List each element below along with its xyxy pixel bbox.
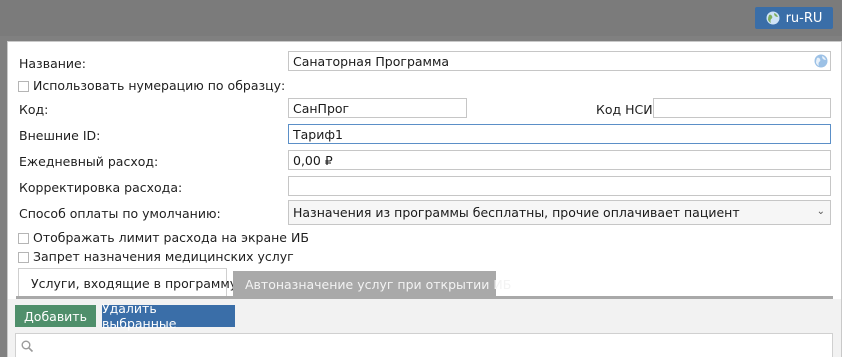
ban-services-label: Запрет назначения медицинских услуг xyxy=(33,249,294,264)
tab-services-in-program[interactable]: Услуги, входящие в программу xyxy=(18,268,237,297)
nsi-code-label: Код НСИ: xyxy=(596,102,657,117)
payment-method-select[interactable]: Назначения из программы бесплатны, прочи… xyxy=(288,200,831,225)
external-id-label: Внешние ID: xyxy=(19,128,101,143)
daily-expense-label: Ежедневный расход: xyxy=(19,154,159,169)
external-id-value: Тариф1 xyxy=(293,127,343,142)
add-button-label: Добавить xyxy=(24,308,87,324)
use-numbering-checkbox[interactable] xyxy=(18,81,29,92)
code-value: СанПрог xyxy=(293,101,350,116)
code-label: Код: xyxy=(19,102,49,117)
show-limit-checkbox[interactable] xyxy=(18,233,29,244)
payment-method-value: Назначения из программы бесплатны, прочи… xyxy=(293,205,740,220)
program-form-panel: Название: Санаторная Программа Использов… xyxy=(7,41,842,357)
search-icon xyxy=(21,340,34,353)
name-field[interactable]: Санаторная Программа xyxy=(288,51,831,71)
show-limit-label: Отображать лимит расхода на экране ИБ xyxy=(33,230,309,245)
tab-label: Автоназначение услуг при открытии ИБ xyxy=(245,276,512,292)
globe-icon[interactable] xyxy=(814,54,828,68)
name-label: Название: xyxy=(19,56,86,71)
ban-services-checkbox[interactable] xyxy=(18,252,29,263)
language-label: ru-RU xyxy=(785,10,823,26)
top-bar: ru-RU xyxy=(0,0,842,36)
payment-method-label: Способ оплаты по умолчанию: xyxy=(19,206,221,221)
code-field[interactable]: СанПрог xyxy=(288,98,467,118)
daily-expense-value: 0,00 ₽ xyxy=(293,153,333,168)
name-value: Санаторная Программа xyxy=(293,54,450,69)
globe-icon xyxy=(766,11,780,25)
add-button[interactable]: Добавить xyxy=(15,305,96,327)
use-numbering-label: Использовать нумерацию по образцу: xyxy=(33,78,286,93)
expense-correction-label: Корректировка расхода: xyxy=(19,180,183,195)
external-id-field[interactable]: Тариф1 xyxy=(288,124,831,144)
delete-selected-label: Удалить выбранные xyxy=(102,301,177,331)
delete-selected-button[interactable]: Удалить выбранные xyxy=(102,301,235,331)
language-button[interactable]: ru-RU xyxy=(755,7,833,29)
nsi-code-field[interactable] xyxy=(653,98,831,118)
tab-auto-assign-services[interactable]: Автоназначение услуг при открытии ИБ xyxy=(233,271,511,297)
expense-correction-field[interactable] xyxy=(288,176,831,196)
daily-expense-field[interactable]: 0,00 ₽ xyxy=(288,150,831,170)
tab-label: Услуги, входящие в программу xyxy=(31,275,238,291)
chevron-down-icon: ⌄ xyxy=(816,206,825,217)
search-input[interactable] xyxy=(15,333,833,357)
